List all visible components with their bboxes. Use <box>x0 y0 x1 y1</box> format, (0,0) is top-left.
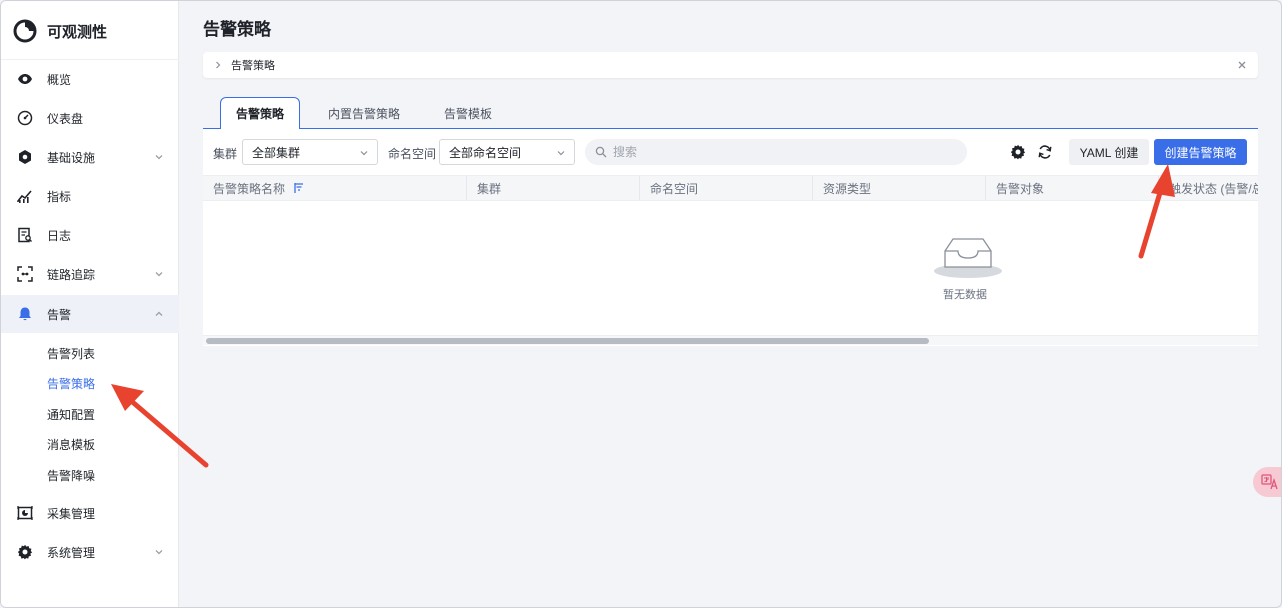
search-input[interactable] <box>613 145 943 159</box>
tab-bar: 告警策略 内置告警策略 告警模板 <box>203 97 1258 130</box>
cube-icon <box>17 149 33 165</box>
horizontal-scrollbar[interactable] <box>203 335 1258 345</box>
chevron-down-icon <box>155 272 163 277</box>
breadcrumb-item[interactable]: 告警策略 <box>231 57 275 73</box>
column-header-namespace[interactable]: 命名空间 <box>640 176 813 200</box>
close-icon[interactable] <box>1236 59 1248 71</box>
refresh-button[interactable] <box>1036 143 1054 161</box>
sidebar-item-dashboard[interactable]: 仪表盘 <box>1 99 179 137</box>
sidebar-item-label: 日志 <box>47 228 72 243</box>
collect-icon <box>17 505 33 521</box>
cluster-select-value: 全部集群 <box>252 145 301 160</box>
sidebar-item-label: 系统管理 <box>47 545 96 560</box>
sidebar-item-label: 链路追踪 <box>47 267 96 282</box>
gear-icon <box>1010 144 1026 160</box>
chevron-right-icon[interactable] <box>213 60 223 70</box>
chevron-down-icon <box>155 550 163 555</box>
eye-icon <box>17 71 33 87</box>
page-title: 告警策略 <box>203 20 271 39</box>
tab-alert-policy[interactable]: 告警策略 <box>220 97 300 130</box>
sidebar-item-collection-management[interactable]: 采集管理 <box>1 494 179 532</box>
refresh-icon <box>1038 145 1052 159</box>
sidebar-item-overview[interactable]: 概览 <box>1 60 179 98</box>
chevron-up-icon <box>155 311 163 316</box>
sidebar-item-label: 采集管理 <box>47 506 96 521</box>
gear-icon <box>17 544 33 560</box>
table-header: 告警策略名称 集群 命名空间 资源类型 告警对象 触发状态 (告警/总 <box>203 175 1258 201</box>
column-header-alert-target[interactable]: 告警对象 <box>986 176 1159 200</box>
settings-button[interactable] <box>1009 143 1027 161</box>
sidebar-item-label: 指标 <box>47 189 72 204</box>
sidebar-item-metrics[interactable]: 指标 <box>1 177 179 215</box>
column-header-cluster[interactable]: 集群 <box>467 176 640 200</box>
sidebar-subitem-alert-policy[interactable]: 告警策略 <box>47 372 95 394</box>
translate-floating-button[interactable] <box>1253 467 1281 497</box>
column-label: 资源类型 <box>823 181 872 196</box>
sidebar-subitem-alert-list[interactable]: 告警列表 <box>47 342 95 364</box>
chevron-down-icon <box>360 151 368 156</box>
sidebar-subitem-notification-config[interactable]: 通知配置 <box>47 403 95 425</box>
gauge-icon <box>17 110 33 126</box>
chevron-down-icon <box>155 155 163 160</box>
empty-state-illustration <box>933 233 1003 282</box>
bell-icon <box>17 306 33 322</box>
namespace-select[interactable]: 全部命名空间 <box>439 139 575 165</box>
cluster-filter-label: 集群 <box>213 147 238 161</box>
column-label: 告警策略名称 <box>213 181 286 196</box>
sidebar-item-tracing[interactable]: 链路追踪 <box>1 255 179 293</box>
empty-state-text: 暂无数据 <box>943 289 987 301</box>
log-search-icon <box>17 227 33 243</box>
breadcrumb: 告警策略 <box>203 52 1258 78</box>
sidebar-item-logs[interactable]: 日志 <box>1 216 179 254</box>
tab-builtin-alert-policy[interactable]: 内置告警策略 <box>318 97 410 129</box>
metrics-chart-icon <box>17 188 33 204</box>
trace-scan-icon <box>17 266 33 282</box>
sidebar-item-label: 告警 <box>47 307 72 322</box>
column-label: 命名空间 <box>650 181 699 196</box>
sort-icon[interactable] <box>293 182 305 194</box>
yaml-create-button[interactable]: YAML 创建 <box>1069 139 1149 165</box>
column-header-policy-name[interactable]: 告警策略名称 <box>203 176 467 200</box>
sidebar-item-label: 仪表盘 <box>47 111 84 126</box>
column-label: 集群 <box>477 181 502 196</box>
sidebar-item-system-management[interactable]: 系统管理 <box>1 533 179 571</box>
column-header-resource-type[interactable]: 资源类型 <box>813 176 986 200</box>
sidebar-item-infrastructure[interactable]: 基础设施 <box>1 138 179 176</box>
brand[interactable]: 可观测性 <box>13 17 107 45</box>
app-title: 可观测性 <box>47 23 108 41</box>
tab-alert-template[interactable]: 告警模板 <box>428 97 508 129</box>
namespace-select-value: 全部命名空间 <box>449 145 522 160</box>
scrollbar-thumb[interactable] <box>206 338 929 344</box>
column-label: 告警对象 <box>996 181 1045 196</box>
namespace-filter-label: 命名空间 <box>388 147 437 161</box>
sidebar-item-label: 概览 <box>47 72 72 87</box>
sidebar-subitem-alert-noise-reduction[interactable]: 告警降噪 <box>47 464 95 486</box>
sidebar-subitem-message-template[interactable]: 消息模板 <box>47 433 95 455</box>
search-box[interactable] <box>585 139 967 165</box>
sidebar-item-alerts[interactable]: 告警 <box>1 295 179 333</box>
chevron-down-icon <box>557 151 565 156</box>
sidebar-item-label: 基础设施 <box>47 150 96 165</box>
column-header-trigger-status[interactable]: 触发状态 (告警/总 <box>1159 176 1258 200</box>
observability-logo-icon <box>13 19 37 43</box>
policy-panel: 集群 全部集群 命名空间 全部命名空间 YAML 创建 创建告警策略 告警策略名… <box>203 129 1258 346</box>
cluster-select[interactable]: 全部集群 <box>242 139 378 165</box>
column-label: 触发状态 (告警/总 <box>1169 181 1258 196</box>
app-window: 可观测性 概览 仪表盘 基础设施 指标 日志 链路追踪 告警 告警列表 告警策略… <box>0 0 1282 608</box>
sidebar: 可观测性 概览 仪表盘 基础设施 指标 日志 链路追踪 告警 告警列表 告警策略… <box>1 1 179 607</box>
empty-inbox-icon <box>934 238 1002 278</box>
translate-icon <box>1261 474 1278 490</box>
search-icon <box>595 146 607 158</box>
create-alert-policy-button[interactable]: 创建告警策略 <box>1154 139 1247 165</box>
